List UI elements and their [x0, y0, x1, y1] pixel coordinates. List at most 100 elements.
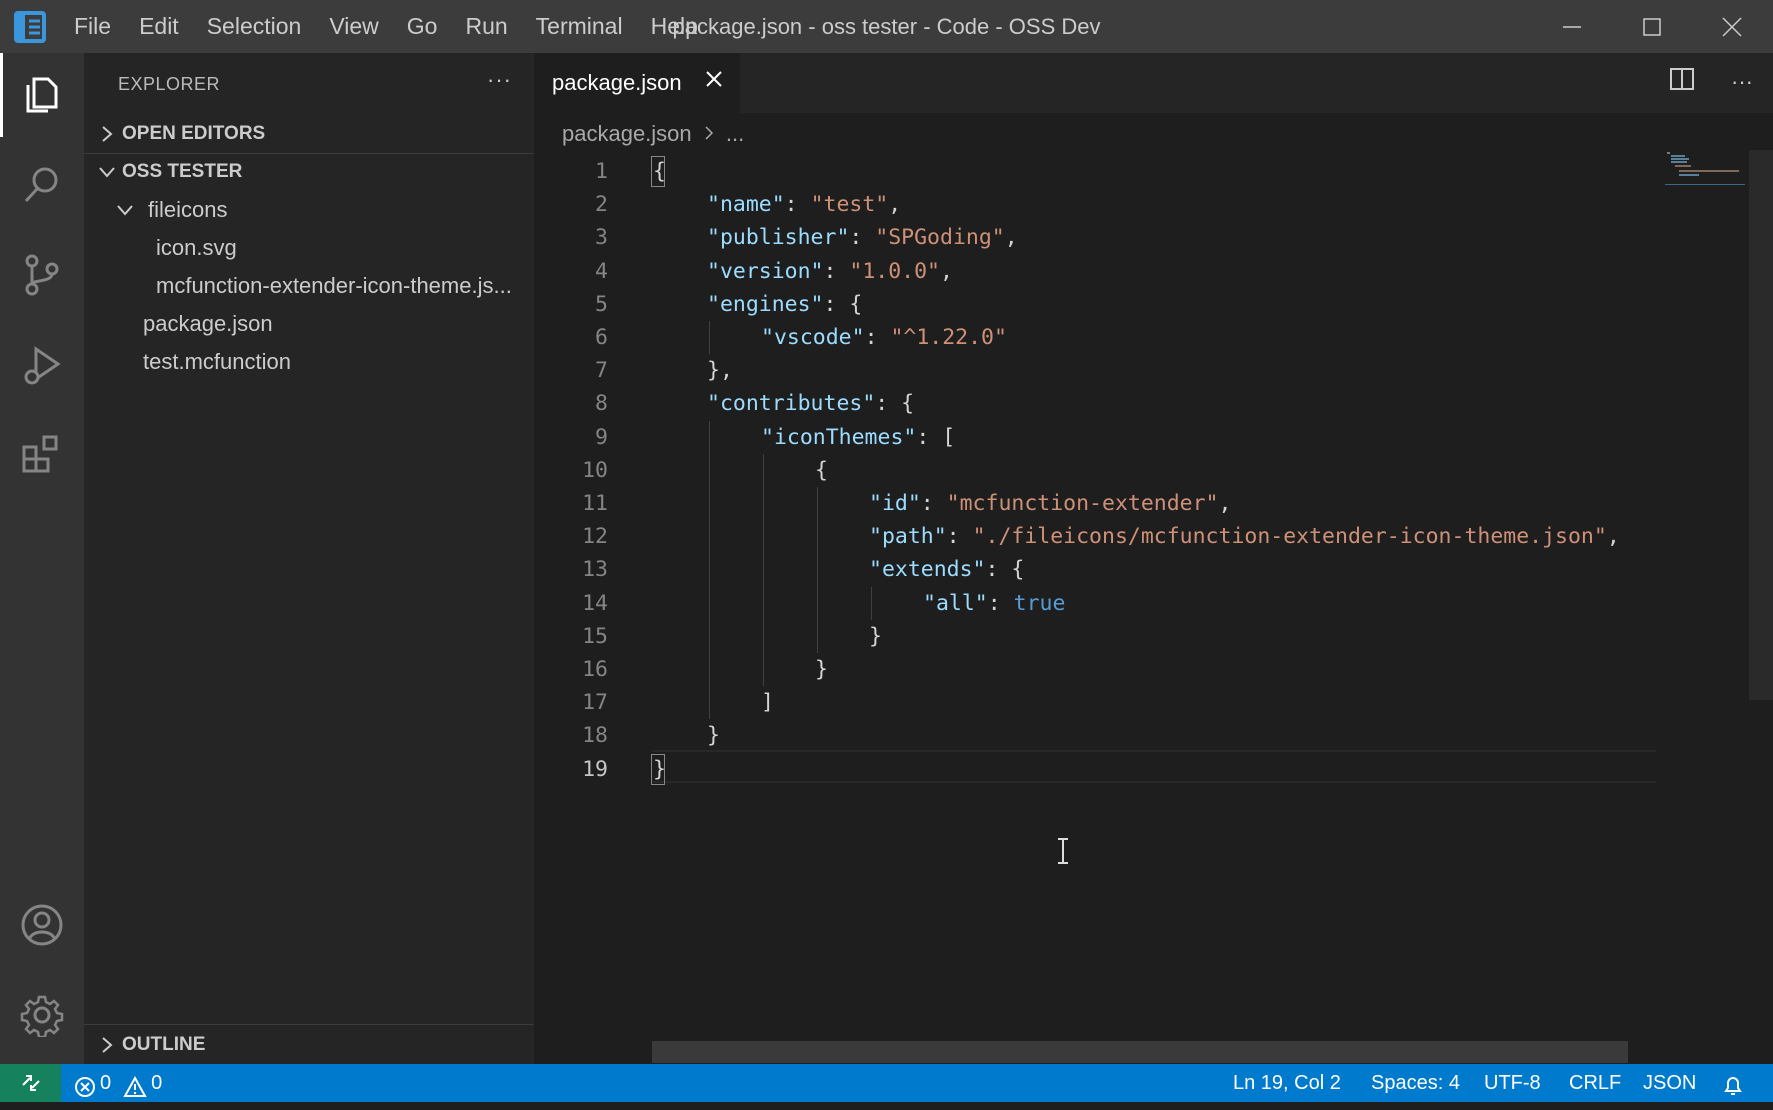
close-tab-button[interactable]: [704, 69, 724, 94]
tree-item-file[interactable]: package.json: [84, 305, 534, 343]
line-number: 7: [595, 358, 608, 384]
code-token: ,: [888, 192, 902, 218]
tree-item-file[interactable]: icon.svg: [84, 229, 534, 267]
code-text: "publisher": "SPGoding",: [707, 221, 1018, 254]
maximize-button[interactable]: [1612, 0, 1692, 53]
line-number: 4: [595, 258, 608, 284]
line-number: 11: [582, 491, 608, 516]
code-line[interactable]: 12 "path": "./fileicons/mcfunction-extend…: [534, 520, 1654, 554]
indent-guide: [763, 453, 764, 487]
split-editor-button[interactable]: [1669, 67, 1695, 96]
code-token: "extends": [869, 557, 986, 583]
chevron-down-icon: [114, 203, 136, 217]
vertical-scrollbar[interactable]: [1749, 150, 1773, 700]
code-line[interactable]: 14 "all": true: [534, 586, 1654, 620]
line-number: 5: [595, 291, 608, 317]
close-window-button[interactable]: [1692, 0, 1772, 53]
files-icon: [26, 77, 58, 113]
menu-view[interactable]: View: [315, 0, 392, 53]
more-actions-button[interactable]: ···: [487, 67, 512, 93]
activity-bar: [0, 53, 84, 1064]
line-number: 6: [595, 325, 608, 350]
code-line[interactable]: 16}: [534, 653, 1654, 687]
indent-guide: [871, 586, 872, 620]
menu-go[interactable]: Go: [393, 0, 452, 53]
warning-icon: [123, 1076, 147, 1097]
editor-actions: ···: [1669, 67, 1753, 96]
code-token: }: [707, 723, 720, 749]
menu-help[interactable]: Help: [637, 0, 712, 53]
cursor-position[interactable]: Ln 19, Col 2: [1233, 1064, 1341, 1102]
code-line[interactable]: 2 "name": "test",: [534, 188, 1654, 221]
code-token: : {: [985, 557, 1025, 583]
manage-button[interactable]: [0, 973, 84, 1057]
code-token: "test": [810, 192, 889, 218]
tree-item-folder[interactable]: fileicons: [84, 191, 534, 229]
folder-section[interactable]: OSS TESTER: [84, 153, 534, 191]
tree-item-label: icon.svg: [156, 235, 237, 260]
code-line[interactable]: 1{: [534, 155, 1654, 188]
search-button[interactable]: [0, 143, 84, 227]
code-token: "^1.22.0": [890, 325, 1007, 350]
code-token: :: [784, 192, 811, 218]
indent-guide: [763, 653, 764, 687]
minimize-button[interactable]: [1532, 0, 1612, 53]
encoding[interactable]: UTF-8: [1484, 1064, 1541, 1102]
run-debug-button[interactable]: [0, 323, 84, 407]
code-token: : [: [916, 424, 956, 450]
divider: [84, 1024, 534, 1025]
source-control-icon: [25, 254, 59, 296]
notifications-button[interactable]: [1722, 1072, 1744, 1110]
menu-edit[interactable]: Edit: [125, 0, 193, 53]
menu-terminal[interactable]: Terminal: [522, 0, 637, 53]
indent-guide: [763, 520, 764, 554]
line-number: 13: [582, 557, 608, 583]
code-text: ]: [761, 686, 774, 719]
horizontal-scrollbar[interactable]: [652, 1041, 1628, 1063]
code-line[interactable]: 6 "vscode": "^1.22.0": [534, 321, 1654, 355]
menu-file[interactable]: File: [60, 0, 125, 53]
menu-run[interactable]: Run: [451, 0, 521, 53]
breadcrumb-symbol[interactable]: ...: [726, 121, 744, 146]
code-line[interactable]: 8 "contributes": {: [534, 387, 1654, 420]
problems-button[interactable]: 0 0: [74, 1064, 162, 1102]
more-actions-button[interactable]: ···: [1731, 69, 1753, 95]
code-line[interactable]: 13 "extends": {: [534, 553, 1654, 587]
code-line[interactable]: 18}: [534, 719, 1654, 752]
indentation[interactable]: Spaces: 4: [1371, 1064, 1460, 1102]
tree-item-file[interactable]: mcfunction-extender-icon-theme.js...: [84, 267, 534, 305]
outline-section[interactable]: OUTLINE: [84, 1026, 534, 1064]
language-mode[interactable]: JSON: [1643, 1064, 1696, 1102]
code-line[interactable]: 10 {: [534, 453, 1654, 487]
code-line[interactable]: 9 "iconThemes": [: [534, 420, 1654, 454]
code-line[interactable]: 5 "engines": {: [534, 288, 1654, 321]
code-line[interactable]: 19}: [534, 753, 1654, 786]
indent-guide: [817, 520, 818, 554]
accounts-button[interactable]: [0, 883, 84, 967]
open-editors-section[interactable]: OPEN EDITORS: [84, 115, 534, 153]
minimap[interactable]: [1665, 150, 1745, 190]
remote-button[interactable]: [0, 1064, 61, 1102]
code-line[interactable]: 4 "version": "1.0.0",: [534, 255, 1654, 288]
code-text: }: [707, 719, 720, 752]
explorer-button[interactable]: [0, 53, 84, 137]
indent-guide: [709, 453, 710, 487]
code-line[interactable]: 3 "publisher": "SPGoding",: [534, 221, 1654, 254]
code-token: "engines": [707, 291, 824, 317]
extensions-button[interactable]: [0, 413, 84, 497]
code-line[interactable]: 15}: [534, 619, 1654, 653]
code-line[interactable]: 17]: [534, 686, 1654, 720]
breadcrumb-file[interactable]: package.json: [562, 121, 692, 146]
code-token: :: [946, 524, 973, 550]
code-line[interactable]: 7},: [534, 354, 1654, 387]
end-of-line[interactable]: CRLF: [1569, 1064, 1621, 1102]
remote-icon: [21, 1075, 40, 1091]
code-token: ,: [940, 258, 953, 284]
line-number: 8: [595, 391, 608, 417]
code-line[interactable]: 11 "id": "mcfunction-extender",: [534, 487, 1654, 521]
source-control-button[interactable]: [0, 233, 84, 317]
tree-item-file[interactable]: test.mcfunction: [84, 343, 534, 381]
menu-selection[interactable]: Selection: [193, 0, 316, 53]
tab-package-json[interactable]: package.json: [534, 53, 740, 113]
code-token: :: [823, 258, 850, 284]
